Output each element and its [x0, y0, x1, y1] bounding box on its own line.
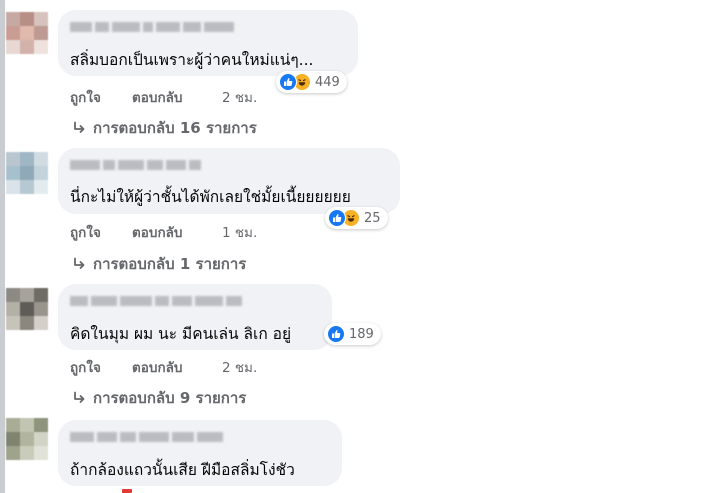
timestamp[interactable]: 2 ชม. [222, 86, 257, 108]
like-icon [328, 209, 346, 227]
replies-label: การตอบกลับ 9 รายการ [93, 389, 247, 407]
reply-button[interactable]: ตอบกลับ [132, 356, 182, 378]
like-button[interactable]: ถูกใจ [70, 221, 101, 243]
reply-arrow-icon [74, 121, 85, 133]
reaction-summary[interactable]: 25 [325, 207, 388, 229]
view-replies-button[interactable]: การตอบกลับ 1 รายการ [72, 252, 246, 276]
avatar[interactable] [6, 288, 48, 330]
reaction-summary[interactable]: 189 [324, 323, 381, 345]
avatar[interactable] [6, 418, 48, 460]
author-name-redacted[interactable] [70, 431, 223, 443]
comment-text: สลิ่มบอกเป็นเพราะผู้ว่าคนใหม่แน่ๆ... [70, 51, 314, 69]
like-icon [279, 73, 297, 91]
author-name-redacted[interactable] [70, 159, 201, 171]
timestamp[interactable]: 2 ชม. [222, 356, 257, 378]
reply-arrow-icon [74, 257, 85, 269]
author-name-redacted[interactable] [70, 295, 242, 307]
comment-text: คิดในมุม ผม นะ มีคนเล่น ลิเก อยู่ [70, 325, 292, 343]
view-replies-button[interactable]: การตอบกลับ 16 รายการ [72, 116, 257, 140]
reaction-count: 189 [349, 326, 374, 342]
like-button[interactable]: ถูกใจ [70, 356, 101, 378]
comment-bubble: นี่กะไม่ให้ผู้ว่าชั้นได้พักเลยใช่มั้ยเนี… [58, 148, 400, 214]
reply-button[interactable]: ตอบกลับ [132, 221, 182, 243]
view-replies-button[interactable]: การตอบกลับ 9 รายการ [72, 386, 246, 410]
author-name-redacted[interactable] [70, 21, 234, 33]
comment-bubble: สลิ่มบอกเป็นเพราะผู้ว่าคนใหม่แน่ๆ... [58, 10, 358, 76]
comment-text: ถ้ากล้องแถวนั้นเสีย ฝีมือสลิ่มโง่ชัว [70, 461, 295, 479]
comment-bubble: คิดในมุม ผม นะ มีคนเล่น ลิเก อยู่ [58, 284, 332, 350]
partial-reaction-icon [122, 489, 132, 493]
comment-bubble: ถ้ากล้องแถวนั้นเสีย ฝีมือสลิ่มโง่ชัว [58, 420, 342, 486]
comment-text: นี่กะไม่ให้ผู้ว่าชั้นได้พักเลยใช่มั้ยเนี… [70, 188, 351, 206]
reply-arrow-icon [74, 391, 85, 403]
avatar[interactable] [6, 152, 48, 194]
reaction-count: 449 [315, 74, 340, 90]
reaction-count: 25 [364, 210, 381, 226]
like-icon [327, 325, 345, 343]
avatar[interactable] [6, 12, 48, 54]
like-button[interactable]: ถูกใจ [70, 86, 101, 108]
reaction-summary[interactable]: 449 [276, 71, 347, 93]
replies-label: การตอบกลับ 16 รายการ [93, 119, 257, 137]
reply-button[interactable]: ตอบกลับ [132, 86, 182, 108]
thread-line [0, 0, 5, 493]
timestamp[interactable]: 1 ชม. [222, 221, 257, 243]
replies-label: การตอบกลับ 1 รายการ [93, 255, 247, 273]
